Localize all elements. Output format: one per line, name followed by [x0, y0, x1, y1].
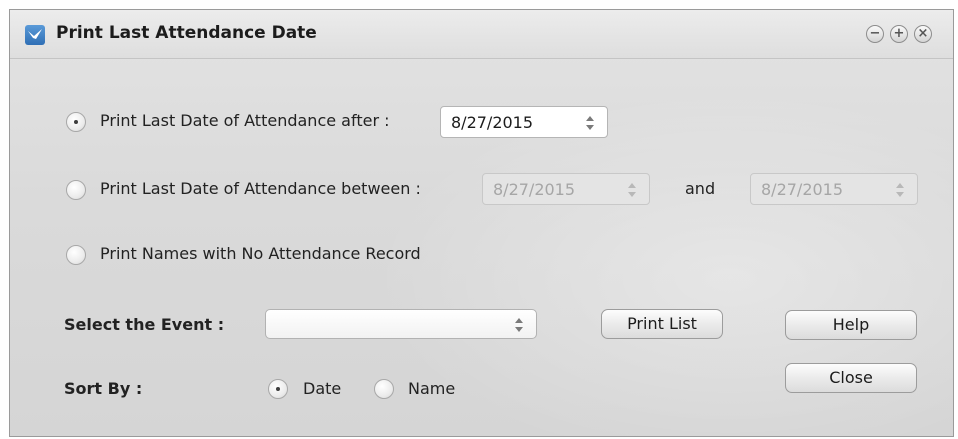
after-date-value: 8/27/2015: [451, 113, 534, 132]
spinner-arrows-icon[interactable]: [895, 181, 905, 199]
sort-date-label: Date: [303, 379, 342, 398]
between-from-date-value: 8/27/2015: [493, 180, 576, 199]
label-after: Print Last Date of Attendance after :: [100, 111, 390, 130]
help-button[interactable]: Help: [785, 310, 917, 340]
maximize-icon[interactable]: +: [890, 25, 908, 43]
sort-name-label: Name: [408, 379, 456, 398]
between-to-date-spinner[interactable]: 8/27/2015: [750, 173, 918, 205]
radio-sort-name[interactable]: [374, 379, 394, 399]
close-button[interactable]: Close: [785, 363, 917, 393]
sort-by-label: Sort By :: [64, 379, 143, 398]
app-bird-icon: [25, 25, 45, 45]
event-select[interactable]: [265, 309, 537, 339]
spinner-arrows-icon[interactable]: [627, 181, 637, 199]
radio-between[interactable]: [66, 180, 86, 200]
minimize-icon[interactable]: −: [866, 25, 884, 43]
title-bar: Print Last Attendance Date − + ×: [10, 10, 953, 59]
radio-no-record[interactable]: [66, 245, 86, 265]
label-between: Print Last Date of Attendance between :: [100, 179, 421, 198]
and-label: and: [685, 179, 716, 198]
radio-sort-date[interactable]: [268, 379, 288, 399]
after-date-spinner[interactable]: 8/27/2015: [440, 106, 608, 138]
print-last-attendance-window: Print Last Attendance Date − + × Print L…: [9, 9, 954, 437]
close-icon[interactable]: ×: [914, 25, 932, 43]
label-no-record: Print Names with No Attendance Record: [100, 244, 421, 263]
print-list-button[interactable]: Print List: [601, 309, 723, 339]
window-title: Print Last Attendance Date: [56, 23, 317, 43]
between-from-date-spinner[interactable]: 8/27/2015: [482, 173, 650, 205]
radio-after[interactable]: [66, 112, 86, 132]
select-arrows-icon[interactable]: [514, 316, 524, 334]
spinner-arrows-icon[interactable]: [585, 114, 595, 132]
select-event-label: Select the Event :: [64, 315, 225, 334]
between-to-date-value: 8/27/2015: [761, 180, 844, 199]
